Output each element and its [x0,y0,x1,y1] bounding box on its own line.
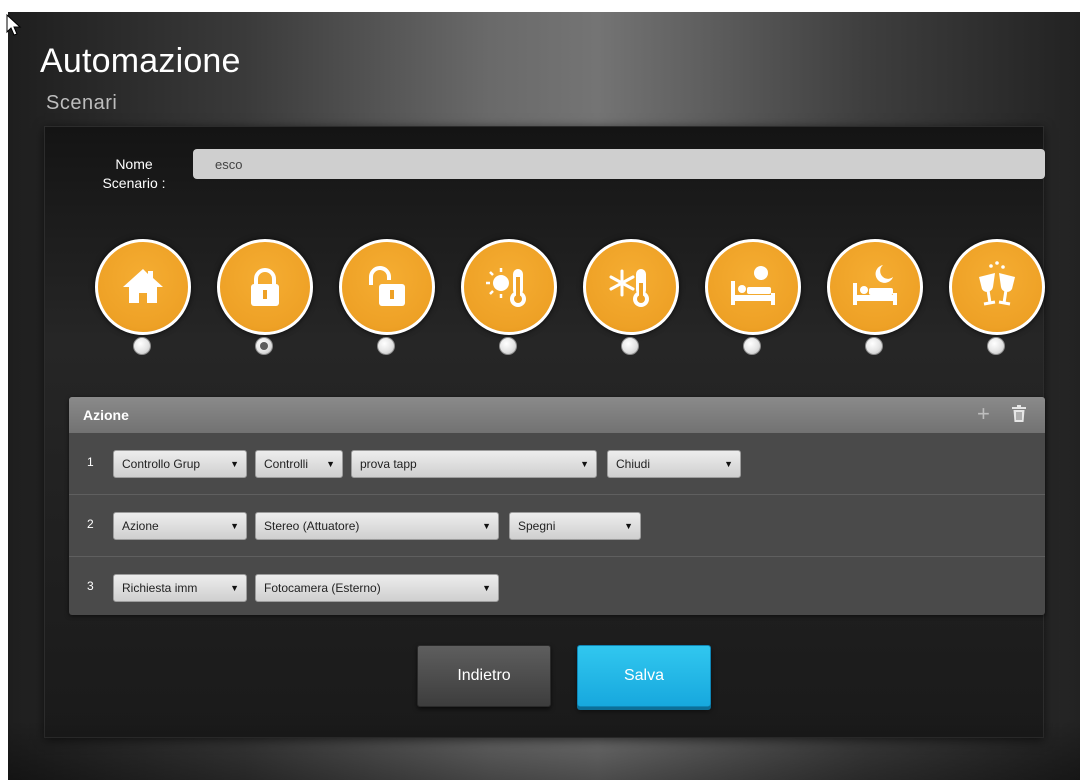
scenario-option-party [949,239,1045,359]
action-row: 2 Azione ▼ Stereo (Attuatore) ▼ Spegni ▼ [69,495,1045,557]
action-type-select[interactable]: Controllo Grup ▼ [113,450,247,478]
scenario-option-cold [583,239,679,359]
action-target-select[interactable]: Stereo (Attuatore) ▼ [255,512,499,540]
mouse-cursor-icon [6,14,22,36]
lock-closed-icon[interactable] [217,239,313,335]
action-row-number: 3 [87,579,94,593]
lock-open-icon[interactable] [339,239,435,335]
scenario-option-wakeup [705,239,801,359]
thermometer-snow-icon[interactable] [583,239,679,335]
scenario-name-label: Nome Scenario : [89,155,179,193]
scenario-name-label-line2: Scenario : [102,175,166,191]
scenario-radio-6[interactable] [743,337,761,355]
actions-title: Azione [83,407,129,423]
actions-header: Azione + [69,397,1045,433]
bed-moon-icon[interactable] [827,239,923,335]
home-icon[interactable] [95,239,191,335]
scenario-option-unlock [339,239,435,359]
scenario-option-home [95,239,191,359]
page-subtitle: Scenari [46,92,118,114]
scenario-option-night [827,239,923,359]
action-type-select[interactable]: Richiesta imm ▼ [113,574,247,602]
action-command-select[interactable]: Spegni ▼ [509,512,641,540]
action-row-number: 2 [87,517,94,531]
action-group-select[interactable]: Controlli ▼ [255,450,343,478]
action-target-select[interactable]: Fotocamera (Esterno) ▼ [255,574,499,602]
scenario-option-heat [461,239,557,359]
bed-sun-icon[interactable] [705,239,801,335]
action-row: 1 Controllo Grup ▼ Controlli ▼ prova tapp ▼… [69,433,1045,495]
action-row: 3 Richiesta imm ▼ Fotocamera (Esterno) ▼ [69,557,1045,619]
scenario-name-label-line1: Nome [115,156,153,172]
scenario-icon-row [45,239,1045,359]
back-button[interactable]: Indietro [417,645,551,707]
scenario-radio-7[interactable] [865,337,883,355]
thermometer-sun-icon[interactable] [461,239,557,335]
page-title: Automazione [40,42,241,80]
app-background: Automazione Scenari Nome Scenario : esco… [8,12,1080,780]
scenario-radio-5[interactable] [621,337,639,355]
action-row-number: 1 [87,455,94,469]
add-icon[interactable]: + [977,403,990,425]
scenario-radio-8[interactable] [987,337,1005,355]
scenario-radio-2[interactable] [255,337,273,355]
action-target-select[interactable]: prova tapp ▼ [351,450,597,478]
scenario-radio-3[interactable] [377,337,395,355]
party-glasses-icon[interactable] [949,239,1045,335]
actions-box: Azione + 1 Controllo Grup ▼ Controlli ▼ pr… [69,397,1045,615]
scenario-radio-1[interactable] [133,337,151,355]
save-button[interactable]: Salva [577,645,711,707]
action-type-select[interactable]: Azione ▼ [113,512,247,540]
scenario-name-input[interactable] [193,149,1045,179]
scenario-panel: Nome Scenario : esco Azione + 1 Controll… [44,126,1045,738]
trash-icon[interactable] [1011,405,1027,423]
action-command-select[interactable]: Chiudi ▼ [607,450,741,478]
scenario-option-lock [217,239,313,359]
scenario-radio-4[interactable] [499,337,517,355]
